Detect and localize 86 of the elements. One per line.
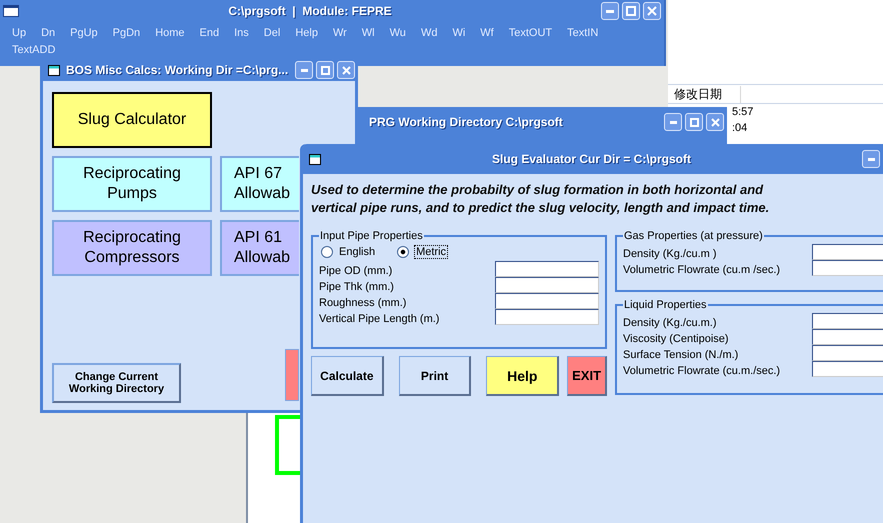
menu-item[interactable]: TextIN bbox=[567, 27, 598, 40]
close-button[interactable] bbox=[706, 113, 724, 131]
window-title: Slug Evaluator Cur Dir = C:\prgsoft bbox=[490, 152, 692, 166]
menu-item[interactable]: Ins bbox=[234, 27, 249, 40]
window-title: BOS Misc Calcs: Working Dir =C:\prg... bbox=[66, 63, 288, 77]
field-label: Viscosity (Centipoise) bbox=[623, 333, 729, 345]
window-title: C:\prgsoft | Module: FEPRE bbox=[227, 4, 393, 18]
close-icon bbox=[710, 118, 720, 126]
column-header[interactable]: 修改日期 bbox=[674, 86, 741, 102]
close-icon bbox=[647, 6, 657, 16]
menu-item[interactable]: Del bbox=[264, 27, 280, 40]
menu-item[interactable]: End bbox=[200, 27, 220, 40]
menu-item[interactable]: PgUp bbox=[70, 27, 98, 40]
field-label: Surface Tension (N./m.) bbox=[623, 349, 738, 361]
action-button[interactable]: Calculate bbox=[311, 356, 384, 396]
close-button[interactable] bbox=[337, 61, 355, 79]
maximize-button[interactable] bbox=[622, 2, 640, 20]
menu-item[interactable]: Up bbox=[12, 27, 26, 40]
table-cell: :04 bbox=[732, 121, 748, 136]
menu-item[interactable]: Wd bbox=[420, 27, 438, 40]
input-field[interactable] bbox=[812, 260, 883, 276]
table-cell: 5:57 bbox=[732, 105, 754, 120]
input-field[interactable] bbox=[812, 329, 883, 345]
close-icon bbox=[342, 66, 350, 74]
input-field[interactable] bbox=[495, 277, 599, 293]
radio-button[interactable] bbox=[397, 246, 410, 258]
maximize-button[interactable] bbox=[685, 113, 703, 131]
input-field[interactable] bbox=[495, 293, 599, 309]
input-field[interactable] bbox=[812, 361, 883, 377]
minimize-icon bbox=[868, 158, 874, 160]
group-title: Input Pipe Properties bbox=[319, 230, 424, 242]
field-label: Vertical Pipe Length (m.) bbox=[319, 313, 440, 325]
calculator-button[interactable]: Reciprocating Pumps bbox=[52, 156, 212, 212]
maximize-icon bbox=[626, 6, 636, 16]
group-title: Liquid Properties bbox=[623, 299, 708, 311]
maximize-icon bbox=[690, 118, 698, 126]
window-icon bbox=[48, 64, 60, 76]
menu-item[interactable]: Help bbox=[295, 27, 318, 40]
action-button[interactable]: Help bbox=[486, 356, 560, 396]
menu-item[interactable]: Wi bbox=[452, 27, 466, 40]
field-label: Volumetric Flowrate (cu.m./sec.) bbox=[623, 365, 780, 377]
menu-item[interactable]: Dn bbox=[41, 27, 56, 40]
description-text: Used to determine the probabilty of slug formation in both horizontal and vertical pipe runs, and to predict the slug velocity, length and impact time. bbox=[311, 181, 770, 217]
unit-radio[interactable]: English bbox=[321, 246, 376, 258]
menu-item[interactable]: Home bbox=[155, 27, 185, 40]
calculator-button[interactable]: API 67 Allowab bbox=[220, 156, 299, 212]
field-label: Pipe OD (mm.) bbox=[319, 265, 392, 277]
field-label: Roughness (mm.) bbox=[319, 297, 406, 309]
field-label: Pipe Thk (mm.) bbox=[319, 281, 394, 293]
field-label: Density (Kg./cu.m.) bbox=[623, 317, 717, 329]
action-button[interactable]: EXIT bbox=[567, 356, 607, 396]
menu-item[interactable]: Wf bbox=[480, 27, 494, 40]
change-directory-button[interactable]: Change Current Working Directory bbox=[52, 363, 181, 403]
field-label: Volumetric Flowrate (cu.m /sec.) bbox=[623, 264, 780, 276]
minimize-button[interactable] bbox=[601, 2, 619, 20]
menu-item[interactable]: Wu bbox=[390, 27, 406, 40]
window-icon bbox=[309, 154, 321, 164]
radio-button[interactable] bbox=[321, 246, 333, 258]
unit-radio[interactable]: Metric bbox=[397, 246, 448, 258]
minimize-icon bbox=[300, 68, 308, 72]
input-field[interactable] bbox=[812, 345, 883, 361]
minimize-button[interactable] bbox=[862, 150, 880, 168]
menu-item[interactable]: PgDn bbox=[112, 27, 140, 40]
maximize-button[interactable] bbox=[316, 61, 334, 79]
minimize-icon bbox=[606, 10, 614, 12]
action-button[interactable]: Print bbox=[398, 356, 472, 396]
minimize-icon bbox=[670, 120, 676, 124]
calculator-button[interactable]: API 61 Allowab bbox=[220, 220, 299, 276]
input-field[interactable] bbox=[495, 309, 599, 325]
minimize-button[interactable] bbox=[664, 113, 682, 131]
menu-item[interactable]: Wr bbox=[332, 27, 347, 40]
input-field[interactable] bbox=[812, 313, 883, 329]
close-button[interactable] bbox=[643, 2, 661, 20]
menu-item[interactable]: Wl bbox=[362, 27, 375, 40]
window-title: PRG Working Directory C:\prgsoft bbox=[369, 115, 563, 129]
maximize-icon bbox=[320, 66, 330, 74]
menu-item[interactable]: TextADD bbox=[12, 44, 56, 57]
menu-item[interactable]: TextOUT bbox=[508, 27, 552, 40]
input-field[interactable] bbox=[495, 261, 599, 277]
field-label: Density (Kg./cu.m ) bbox=[623, 248, 717, 260]
minimize-button[interactable] bbox=[295, 61, 313, 79]
input-field[interactable] bbox=[812, 244, 883, 260]
group-title: Gas Properties (at pressure) bbox=[623, 230, 764, 242]
window-icon bbox=[3, 5, 19, 17]
calculator-button[interactable]: Slug Calculator bbox=[52, 92, 212, 148]
calculator-button[interactable]: Reciprocating Compressors bbox=[52, 220, 212, 276]
